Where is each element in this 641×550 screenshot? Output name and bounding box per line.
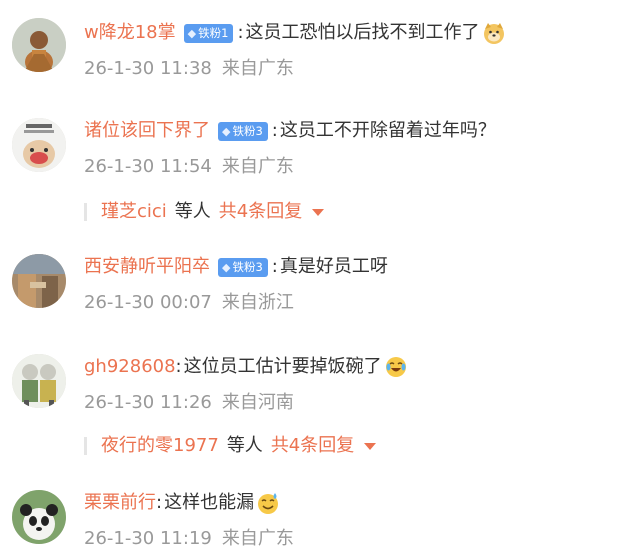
comment-location: 来自广东	[221, 156, 294, 177]
comment-time: 26-1-30 11:54	[84, 156, 212, 177]
comment-text: 这位员工估计要掉饭碗了	[183, 356, 382, 377]
comment-location: 来自广东	[221, 58, 294, 79]
reply-user-link[interactable]: 瑾芝cici	[101, 198, 167, 226]
username-link[interactable]: gh928608	[84, 350, 176, 384]
reply-user-link[interactable]: 夜行的零1977	[101, 432, 219, 460]
comment-line: w降龙18掌 ◆ 铁粉1 : 这员工恐怕以后找不到工作了	[84, 16, 506, 50]
badge-label: 铁粉3	[232, 259, 263, 274]
sweat-smile-emoji-icon	[256, 491, 280, 515]
comment-line: 诸位该回下界了 ◆ 铁粉3 : 这员工不开除留着过年吗？	[84, 114, 496, 148]
username-link[interactable]: 栗栗前行	[84, 486, 156, 520]
reply-etc-text: 等人	[226, 435, 263, 456]
avatar[interactable]	[12, 254, 66, 308]
comment-text: 这员工恐怕以后找不到工作了	[245, 22, 480, 43]
avatar[interactable]	[12, 490, 66, 544]
fan-badge[interactable]: ◆ 铁粉1	[183, 23, 234, 43]
separator: :	[271, 120, 278, 141]
comment-meta: 26-1-30 11:19 来自广东	[84, 526, 294, 550]
comment-line: 栗栗前行 : 这样也能漏	[84, 486, 280, 520]
comment-location: 来自河南	[221, 392, 294, 413]
comment-time: 26-1-30 11:38	[84, 58, 212, 79]
comment-time: 26-1-30 11:26	[84, 392, 212, 413]
replies-summary[interactable]: 瑾芝cici 等人 共4条回复	[84, 198, 325, 226]
avatar[interactable]	[12, 18, 66, 72]
avatar-image	[12, 18, 66, 72]
avatar-image	[12, 354, 66, 408]
comment-meta: 26-1-30 11:54 来自广东	[84, 154, 294, 180]
separator: :	[156, 492, 163, 513]
comment-time: 26-1-30 11:19	[84, 528, 212, 549]
doge-emoji-icon	[482, 21, 506, 45]
chevron-down-icon[interactable]	[364, 442, 377, 450]
avatar[interactable]	[12, 354, 66, 408]
separator: :	[175, 356, 182, 377]
fan-badge[interactable]: ◆ 铁粉3	[218, 257, 268, 277]
comment-text: 这样也能漏	[164, 492, 255, 513]
comment-meta: 26-1-30 00:07 来自浙江	[84, 290, 294, 316]
comment-time: 26-1-30 00:07	[84, 292, 212, 313]
reply-divider	[84, 203, 87, 221]
avatar-image	[12, 490, 66, 544]
reply-divider	[84, 437, 87, 455]
username-link[interactable]: 西安静听平阳卒	[84, 250, 210, 284]
comment-meta: 26-1-30 11:38 来自广东	[84, 56, 294, 82]
avatar-image	[12, 118, 66, 172]
fan-badge[interactable]: ◆ 铁粉3	[218, 121, 268, 141]
diamond-icon: ◆	[222, 124, 231, 138]
badge-label: 铁粉1	[198, 25, 229, 40]
chevron-down-icon[interactable]	[312, 208, 325, 216]
username-link[interactable]: w降龙18掌	[84, 16, 176, 50]
reply-etc-text: 等人	[174, 201, 211, 222]
diamond-icon: ◆	[222, 260, 231, 274]
crying-laughing-emoji-icon	[384, 355, 408, 379]
comment-line: gh928608 : 这位员工估计要掉饭碗了	[84, 350, 408, 384]
comment-text: 这员工不开除留着过年吗？	[279, 120, 496, 141]
replies-summary[interactable]: 夜行的零1977 等人 共4条回复	[84, 432, 377, 460]
avatar-image	[12, 254, 66, 308]
comment-location: 来自浙江	[221, 292, 294, 313]
badge-label: 铁粉3	[232, 123, 263, 138]
reply-count-link[interactable]: 共4条回复	[271, 432, 354, 460]
separator: :	[271, 256, 278, 277]
avatar[interactable]	[12, 118, 66, 172]
username-link[interactable]: 诸位该回下界了	[84, 114, 210, 148]
reply-count-link[interactable]: 共4条回复	[219, 198, 302, 226]
comment-text: 真是好员工呀	[279, 256, 388, 277]
diamond-icon: ◆	[187, 26, 197, 40]
comment-meta: 26-1-30 11:26 来自河南	[84, 390, 294, 416]
comment-location: 来自广东	[221, 528, 294, 549]
separator: :	[237, 22, 244, 43]
comment-line: 西安静听平阳卒 ◆ 铁粉3 : 真是好员工呀	[84, 250, 388, 284]
